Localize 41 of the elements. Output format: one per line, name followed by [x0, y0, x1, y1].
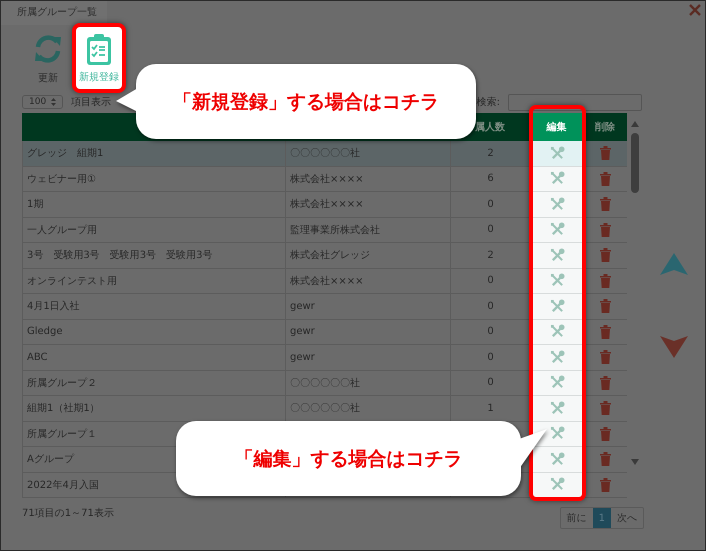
table-cell-text: 組期1（社期1）: [27, 402, 100, 416]
table-cell: gewr: [290, 326, 315, 338]
window-title: 所属グループ一覧: [1, 1, 107, 25]
table-cell: 0: [487, 275, 494, 286]
page-size-label: 項目表示: [71, 96, 112, 109]
table-cell-text: 2022年4月入国: [27, 478, 99, 492]
table-cell-text: 1期: [27, 198, 44, 212]
table-cell: 1: [487, 402, 494, 414]
table-cell-text: 株式会社グレッジ: [290, 248, 370, 262]
table-cell: Gledge: [27, 326, 63, 338]
table-cell: 0: [487, 377, 494, 388]
table-cell-text: オンラインテスト用: [27, 274, 117, 288]
table-cell: 0: [487, 224, 494, 236]
table-cell-text: 所属グループ２: [27, 376, 97, 390]
column-header: 削除: [594, 120, 616, 135]
table-cell-text: Aグループ: [27, 452, 74, 466]
table-cell-text: 株式会社××××: [290, 172, 364, 186]
table-cell: 0: [487, 326, 494, 338]
table-cell: 0: [487, 300, 494, 312]
table-cell: 0: [487, 352, 494, 363]
table-cell-text: 3号 受験用3号 受験用3号 受験用3号: [27, 248, 212, 262]
table-cell-text: 4月1日入社: [27, 300, 80, 314]
table-cell-text: 所属グループ１: [27, 428, 97, 441]
table-cell: 0: [487, 198, 494, 210]
table-cell: gewr: [290, 352, 315, 363]
table-cell: 2: [487, 250, 494, 261]
table-cell: gewr: [290, 300, 315, 312]
entries-info: 71項目の1～71表示: [22, 506, 114, 520]
table-cell: ABC: [27, 352, 48, 363]
callout-text: 「編集」する場合はコチラ: [234, 446, 462, 472]
table-cell-text: 株式会社××××: [290, 198, 364, 212]
table-cell-text: 株式会社××××: [290, 274, 364, 288]
table-cell: 6: [487, 173, 494, 184]
table-cell: 2: [487, 148, 494, 159]
table-cell-text: 監理事業所株式会社: [290, 224, 380, 237]
search-label: 検索:: [476, 96, 500, 109]
table-cell-text: ウェビナー用①: [27, 172, 96, 186]
table-cell-text: 一人グループ用: [27, 224, 97, 237]
callout-text: 「新規登録」する場合はコチラ: [173, 90, 439, 114]
table-cell-text: グレッジ 組期1: [27, 146, 104, 160]
column-header: 属人数: [474, 120, 506, 135]
